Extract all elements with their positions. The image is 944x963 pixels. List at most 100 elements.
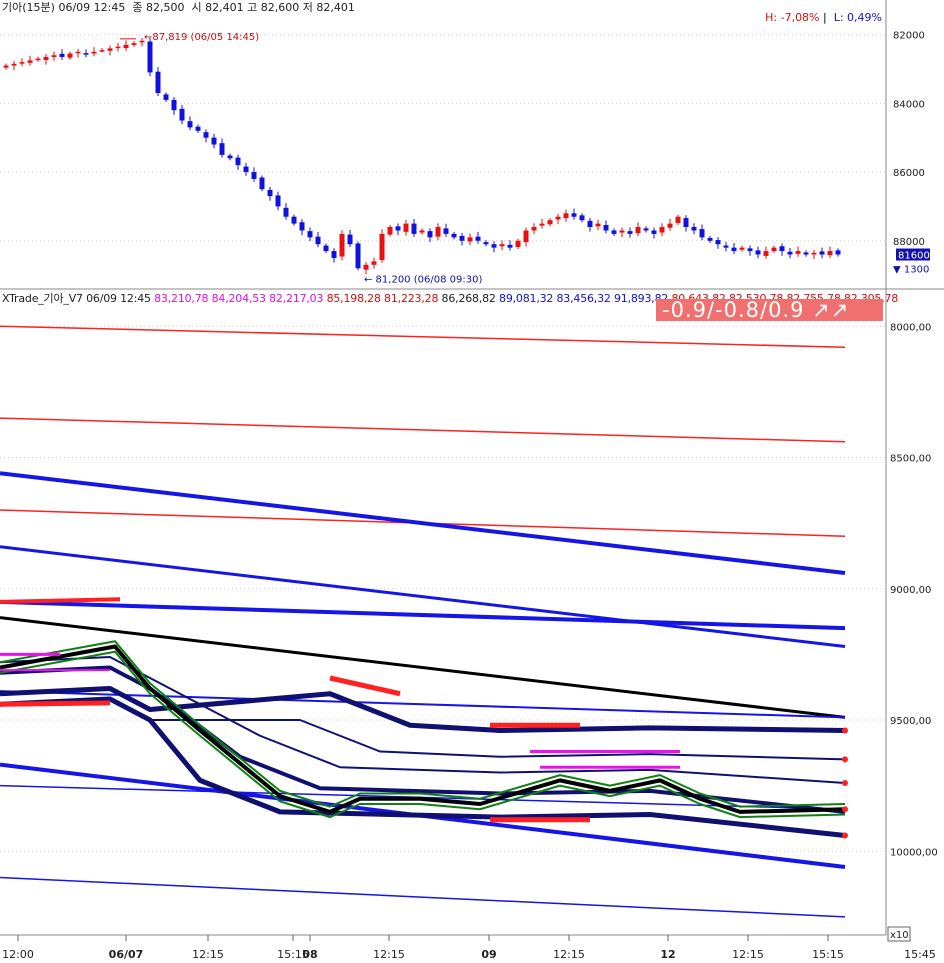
- candle-body: [363, 264, 369, 270]
- candle-body: [283, 207, 289, 217]
- candle-body: [403, 223, 409, 232]
- candle-body: [579, 215, 585, 221]
- candle-body: [91, 51, 97, 54]
- price-tick-label: 88000: [893, 237, 925, 248]
- min-annotation: ← 81,200 (06/08 09:30): [364, 274, 482, 285]
- indicator-lines: [0, 325, 848, 918]
- x-tick-label: 12: [660, 948, 675, 961]
- candle-body: [179, 108, 185, 121]
- stock-chart-svg: 88000 86000 84000 82000 ←87,819 (06/05 14:45…: [0, 0, 944, 961]
- red-highlight-5: [0, 597, 121, 604]
- red-line-2: [0, 417, 846, 443]
- blue-line-thick-top: [0, 471, 846, 575]
- candle-body: [683, 218, 689, 228]
- candle-body: [627, 231, 633, 234]
- candle-body: [307, 231, 313, 238]
- indicator-tick-label: 8500,00: [890, 454, 931, 465]
- candle-body: [779, 246, 785, 252]
- candle-body: [123, 44, 129, 49]
- candle-body: [483, 242, 489, 245]
- candle-body: [115, 46, 121, 49]
- candle-body: [515, 240, 521, 247]
- candle-body: [219, 143, 225, 155]
- candle-body: [571, 213, 577, 217]
- candle-body: [35, 58, 41, 61]
- line-end-marker: [842, 756, 848, 763]
- candle-body: [323, 245, 329, 252]
- candle-body: [203, 132, 209, 138]
- candle-body: [763, 251, 769, 256]
- candle-body: [507, 244, 513, 248]
- x-tick-label: 12:00: [2, 948, 34, 961]
- x-tick-label: 15:15: [812, 948, 844, 961]
- candle-body: [619, 230, 625, 233]
- candle-body: [635, 227, 641, 234]
- candle-body: [563, 213, 569, 219]
- x-tick-label: 06/07: [109, 948, 144, 961]
- candle-body: [491, 244, 497, 248]
- candle-body: [715, 240, 721, 245]
- candle-body: [243, 166, 249, 173]
- candle-body: [707, 238, 713, 241]
- candle-body: [499, 244, 505, 247]
- x-tick-label: 15:45: [904, 948, 936, 961]
- candle-body: [19, 62, 25, 64]
- candle-body: [331, 251, 337, 258]
- candle-body: [611, 230, 617, 234]
- candle-body: [811, 252, 817, 255]
- x-tick-label: 12:15: [732, 948, 764, 961]
- candle-body: [83, 53, 89, 55]
- candle-body: [427, 231, 433, 238]
- indicator-tick-label: 9500,00: [890, 716, 931, 727]
- candle-body: [451, 233, 457, 238]
- candle-body: [339, 233, 345, 257]
- candle-body: [379, 233, 385, 261]
- blue-line-3: [0, 599, 846, 631]
- candle-body: [275, 195, 281, 207]
- candle-body: [651, 230, 657, 234]
- candle-body: [299, 222, 305, 231]
- candle-body: [523, 230, 529, 243]
- candle-body: [603, 224, 609, 231]
- candle-body: [739, 247, 745, 250]
- candle-body: [211, 137, 217, 145]
- candle-body: [731, 247, 737, 252]
- candle-body: [699, 229, 705, 238]
- x-tick-label: 09: [481, 948, 496, 961]
- max-annotation: ←87,819 (06/05 14:45): [144, 32, 259, 43]
- indicator-tick-label: 10000,00: [890, 847, 938, 858]
- candle-body: [595, 223, 601, 227]
- candle-body: [395, 226, 401, 231]
- candle-body: [267, 189, 273, 197]
- candle-body: [819, 251, 825, 255]
- line-end-marker: [842, 727, 848, 734]
- candle-body: [67, 53, 73, 58]
- candle-body: [227, 155, 233, 159]
- indicator-tick-label: 8000,00: [890, 322, 931, 333]
- candle-body: [411, 223, 417, 234]
- candle-body: [443, 228, 449, 234]
- candle-body: [827, 251, 833, 256]
- candle-body: [419, 230, 425, 233]
- red-highlight-2: [329, 675, 401, 697]
- candle-body: [771, 247, 777, 252]
- candle-body: [155, 71, 161, 94]
- price-tick-label: 82000: [893, 31, 925, 42]
- candle-body: [355, 243, 361, 269]
- blue-line-bottom: [0, 876, 846, 918]
- candle-body: [291, 216, 297, 224]
- candle-body: [259, 177, 265, 190]
- candle-body: [459, 235, 465, 241]
- line-end-marker: [842, 806, 848, 813]
- x-tick-label: 12:15: [373, 948, 405, 961]
- line-end-marker: [842, 780, 848, 786]
- candle-body: [835, 250, 841, 255]
- candle-body: [43, 56, 49, 61]
- candle-body: [475, 236, 481, 241]
- candle-body: [667, 223, 673, 228]
- candle-body: [643, 228, 649, 231]
- candle-body: [107, 48, 113, 51]
- price-grid: [0, 34, 886, 242]
- candle-body: [659, 227, 665, 233]
- x-tick-label: 12:15: [553, 948, 585, 961]
